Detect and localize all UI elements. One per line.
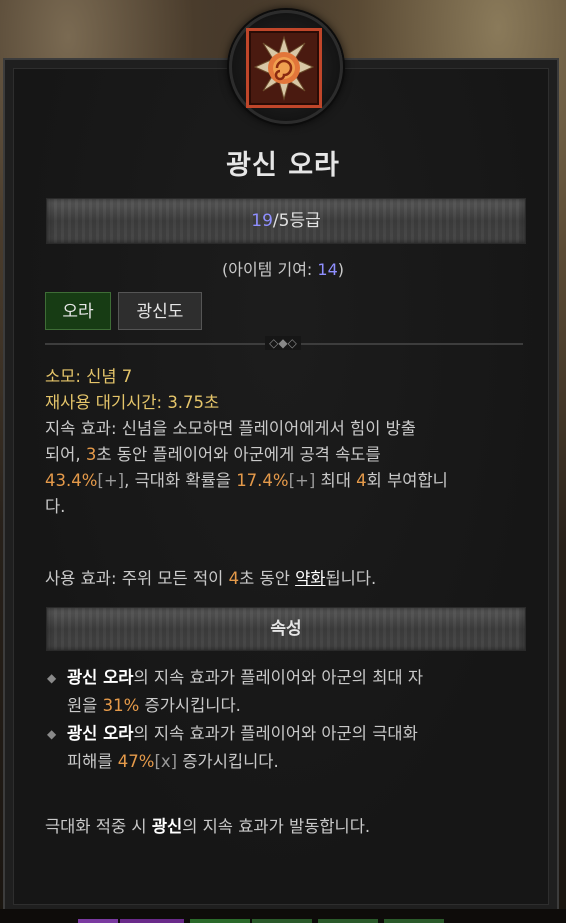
- active-a: 사용 효과: 주위 모든 적이: [45, 569, 229, 588]
- skill-title: 광신 오라: [226, 150, 340, 181]
- attack-speed-value: 43.4%: [45, 471, 98, 490]
- stats-block: 소모: 신념 7 재사용 대기시간: 3.75초 지속 효과: 신념을 소모하면…: [45, 364, 525, 520]
- property-text: 증가시킵니다.: [177, 752, 279, 771]
- hotbar-chip: [384, 919, 444, 923]
- property-text: 피해를: [67, 752, 118, 771]
- diamond-bullet-icon: ◆: [47, 671, 57, 685]
- bottom-hotbar-strip: [0, 909, 566, 923]
- passive-line-4: 다.: [45, 497, 66, 516]
- passive-line-2: 되어, 3초 동안 플레이어와 아군에게 공격 속도를: [45, 442, 525, 468]
- divider-ornament-icon: ◇◆◇: [265, 336, 301, 350]
- cooldown-label: 재사용 대기시간:: [45, 393, 168, 412]
- cooldown-value: 3.75초: [167, 393, 220, 412]
- property-skill-name: 광신 오라: [67, 668, 134, 687]
- tag-zealot: 광신도: [118, 292, 202, 330]
- cost-label: 소모: 신념: [45, 367, 122, 386]
- item-contribution: (아이템 기여: 14): [0, 256, 566, 280]
- property-item: ◆ 광신 오라의 지속 효과가 플레이어와 아군의 최대 자 원을 31% 증가…: [45, 664, 535, 720]
- property-text: 증가시킵니다.: [139, 696, 241, 715]
- crit-damage-value: 47%: [117, 752, 155, 771]
- footer-effect-line: 극대화 적중 시 광신의 지속 효과가 발동합니다.: [45, 814, 525, 840]
- passive-3h: 회 부여합니: [366, 471, 448, 490]
- property-item: ◆ 광신 오라의 지속 효과가 플레이어와 아군의 극대화 피해를 47%[x]…: [45, 720, 535, 776]
- cost-line: 소모: 신념 7: [45, 364, 525, 390]
- footer-c: 의 지속 효과가 발동합니다.: [182, 817, 371, 836]
- hotbar-chip: [318, 919, 378, 923]
- passive-3f: 최대: [315, 471, 357, 490]
- property-skill-name: 광신 오라: [67, 724, 134, 743]
- diamond-bullet-icon: ◆: [47, 727, 57, 741]
- crit-chance-value: 17.4%: [236, 471, 289, 490]
- active-effect-line: 사용 효과: 주위 모든 적이 4초 동안 약화됩니다.: [45, 566, 525, 592]
- passive-line-3: 43.4%[+], 극대화 확률을 17.4%[+] 최대 4회 부여합니: [45, 468, 525, 494]
- hotbar-chip: [252, 919, 312, 923]
- active-duration: 4: [228, 569, 240, 588]
- cost-value: 7: [121, 367, 133, 386]
- hotbar-chip: [78, 919, 118, 923]
- tag-aura: 오라: [45, 292, 111, 330]
- rank-current: 19: [251, 211, 273, 231]
- passive-2a: 되어,: [45, 445, 86, 464]
- properties-header: 속성: [46, 607, 526, 651]
- passive-2c: 초 동안 플레이어와 아군에게 공격 속도를: [96, 445, 381, 464]
- additive-marker: [+]: [288, 471, 316, 490]
- contrib-value: 14: [317, 260, 338, 279]
- cooldown-line: 재사용 대기시간: 3.75초: [45, 390, 525, 416]
- active-e: 됩니다.: [325, 569, 377, 588]
- zealot-aura-icon: [246, 28, 322, 108]
- additive-marker: [+]: [97, 471, 125, 490]
- footer-a: 극대화 적중 시: [45, 817, 152, 836]
- page: { "skill": { "name": "광신 오라", "rank_curr…: [0, 0, 566, 923]
- resource-bonus-value: 31%: [102, 696, 140, 715]
- weaken-keyword-link[interactable]: 약화: [295, 569, 325, 588]
- rank-bar: 19/5등급: [46, 198, 526, 244]
- active-c: 초 동안: [239, 569, 296, 588]
- contrib-prefix: (아이템 기여:: [221, 260, 318, 279]
- passive-line-1: 지속 효과: 신념을 소모하면 플레이어에게서 힘이 방출: [45, 419, 416, 438]
- contrib-suffix: ): [337, 260, 344, 279]
- rank-rest: /5등급: [272, 211, 321, 231]
- passive-3c: , 극대화 확률을: [124, 471, 237, 490]
- property-text: 의 지속 효과가 플레이어와 아군의 최대 자: [133, 668, 423, 687]
- properties-list: ◆ 광신 오라의 지속 효과가 플레이어와 아군의 최대 자 원을 31% 증가…: [45, 664, 535, 776]
- passive-duration: 3: [85, 445, 97, 464]
- multiplicative-marker: [x]: [154, 752, 178, 771]
- property-text: 의 지속 효과가 플레이어와 아군의 극대화: [133, 724, 418, 743]
- property-text: 원을: [67, 696, 103, 715]
- stack-count: 4: [356, 471, 367, 490]
- footer-skill-name: 광신: [151, 817, 183, 836]
- hotbar-chip: [190, 919, 250, 923]
- hotbar-chip: [120, 919, 184, 923]
